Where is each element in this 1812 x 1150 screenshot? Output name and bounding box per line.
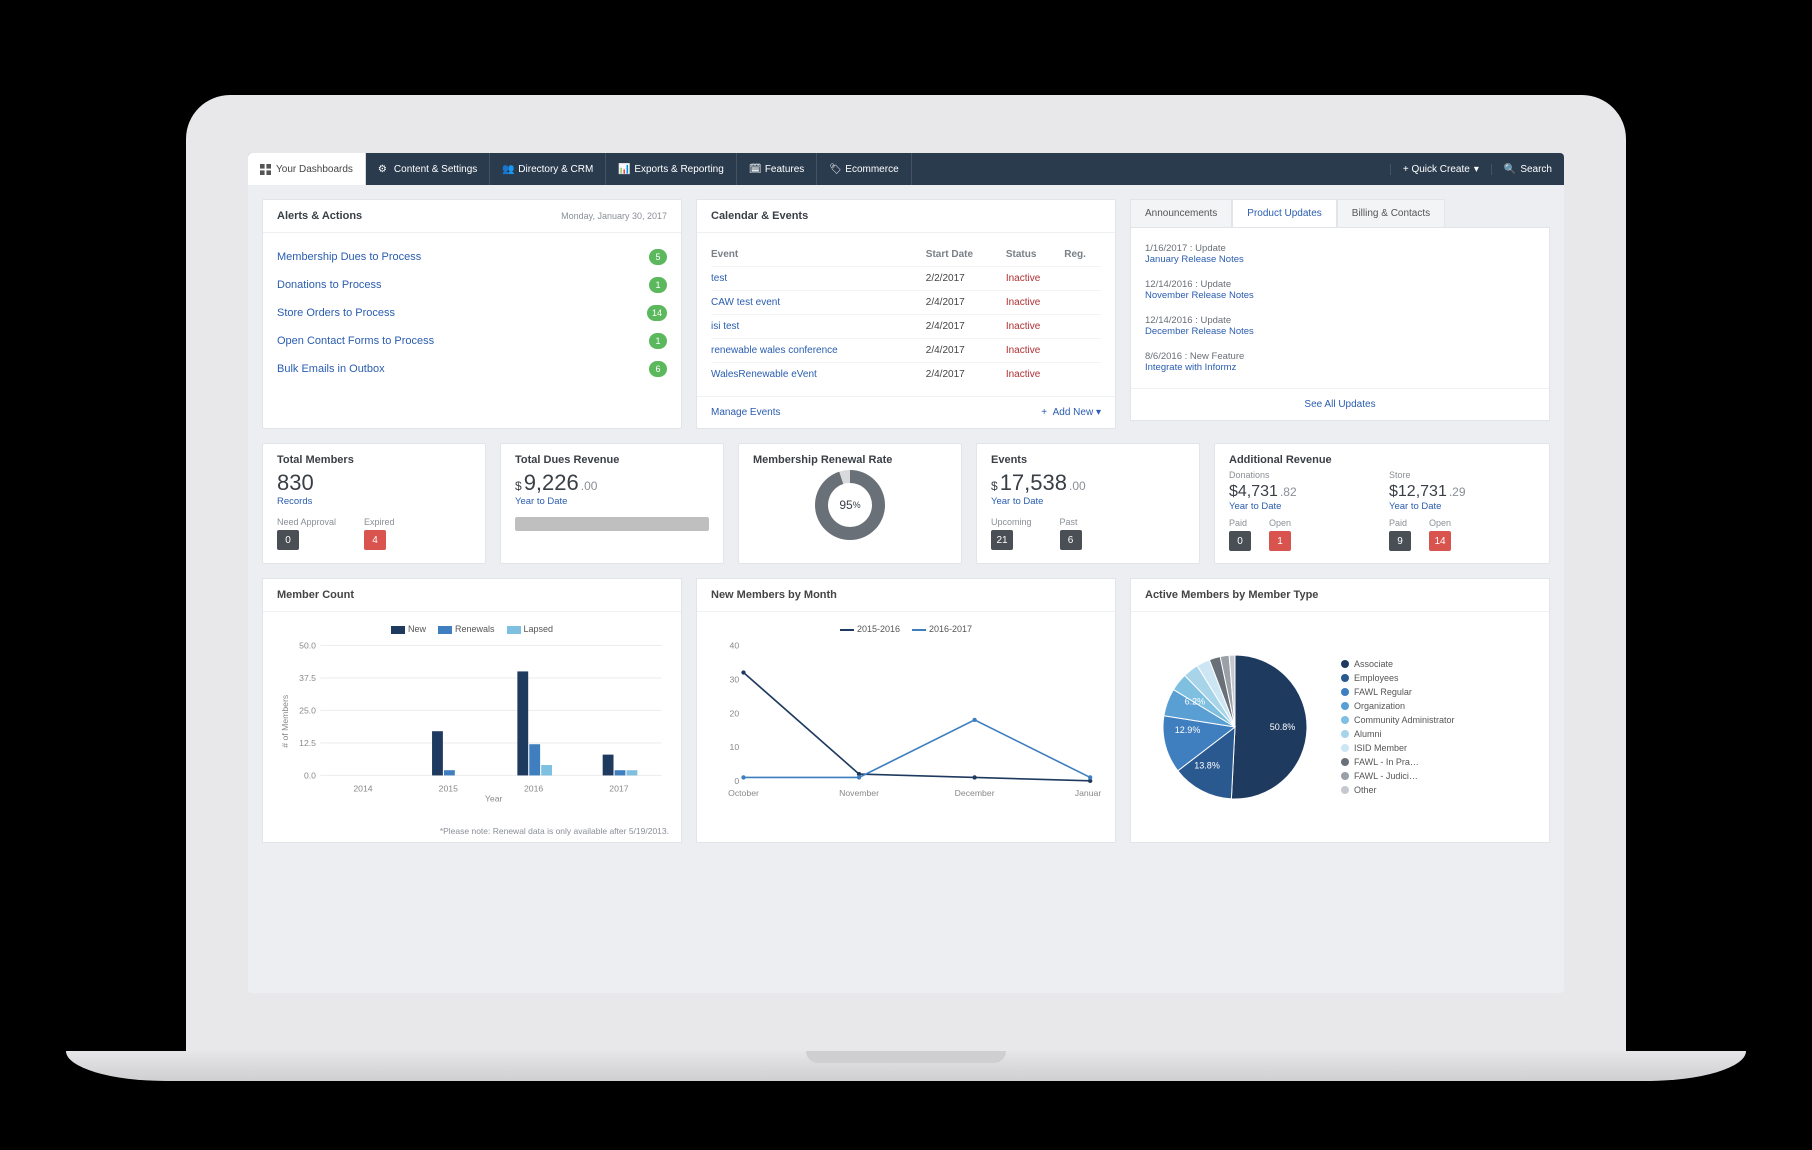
tab-billing[interactable]: Billing & Contacts (1337, 199, 1445, 227)
manage-events-link[interactable]: Manage Events (711, 407, 781, 418)
gear-icon: ⚙ (378, 164, 389, 175)
new-members-chart: New Members by Month 2015-2016 2016-2017… (696, 578, 1116, 843)
svg-text:12.9%: 12.9% (1175, 725, 1201, 735)
search-icon: 🔍 (1504, 164, 1516, 175)
svg-text:2016: 2016 (524, 784, 543, 794)
past-badge[interactable]: 6 (1060, 530, 1082, 550)
table-row[interactable]: test2/2/2017Inactive (711, 267, 1101, 291)
see-all-updates-link[interactable]: See All Updates (1304, 399, 1375, 410)
dues-revenue-card: Total Dues Revenue $9,226.00 Year to Dat… (500, 443, 724, 564)
member-type-pie: Active Members by Member Type 50.8%13.8%… (1130, 578, 1550, 843)
svg-text:0.0: 0.0 (304, 771, 316, 781)
table-row[interactable]: isi test2/4/2017Inactive (711, 315, 1101, 339)
chart-icon: 📊 (618, 164, 629, 175)
laptop-base (66, 1051, 1746, 1081)
alert-link[interactable]: Membership Dues to Process (277, 251, 421, 263)
screen: Your Dashboards ⚙Content & Settings 👥Dir… (248, 153, 1564, 993)
expired-badge[interactable]: 4 (364, 530, 386, 550)
top-nav: Your Dashboards ⚙Content & Settings 👥Dir… (248, 153, 1564, 185)
svg-text:12.5: 12.5 (299, 738, 316, 748)
alert-count: 5 (649, 249, 667, 265)
additional-revenue-card: Additional Revenue Donations $4,731.82 Y… (1214, 443, 1550, 564)
chevron-down-icon: ▾ (1474, 164, 1479, 175)
pie-chart-svg: 50.8% 13.8% 12.9% 6.2% (1145, 637, 1325, 817)
pie-legend: AssociateEmployeesFAWL RegularOrganizati… (1341, 657, 1455, 797)
tab-announcements[interactable]: Announcements (1130, 199, 1232, 227)
table-row[interactable]: CAW test event2/4/2017Inactive (711, 291, 1101, 315)
svg-text:Year: Year (485, 793, 503, 802)
nav-content[interactable]: ⚙Content & Settings (366, 153, 490, 185)
svg-text:October: October (728, 788, 759, 798)
svg-text:2015: 2015 (439, 784, 458, 794)
nav-exports[interactable]: 📊Exports & Reporting (606, 153, 737, 185)
alert-link[interactable]: Bulk Emails in Outbox (277, 363, 385, 375)
events-table: Event Start Date Status Reg. test2/2/201… (711, 243, 1101, 386)
svg-text:# of Members: # of Members (280, 694, 290, 748)
alert-count: 1 (649, 277, 667, 293)
update-link[interactable]: November Release Notes (1145, 290, 1535, 301)
svg-text:13.8%: 13.8% (1194, 760, 1220, 770)
update-link[interactable]: Integrate with Informz (1145, 362, 1535, 373)
alert-count: 6 (649, 361, 667, 377)
svg-text:30: 30 (730, 675, 740, 685)
svg-text:November: November (839, 788, 879, 798)
alerts-date: Monday, January 30, 2017 (561, 211, 667, 221)
table-row[interactable]: renewable wales conference2/4/2017Inacti… (711, 339, 1101, 363)
svg-text:25.0: 25.0 (299, 706, 316, 716)
tag-icon: 🏷 (829, 164, 840, 175)
update-link[interactable]: December Release Notes (1145, 326, 1535, 337)
renewal-donut: 95% (815, 470, 885, 540)
events-title: Calendar & Events (711, 210, 808, 222)
svg-text:2014: 2014 (353, 784, 372, 794)
alerts-title: Alerts & Actions (277, 210, 362, 222)
svg-text:37.5: 37.5 (299, 673, 316, 683)
events-metric-card: Events $17,538.00 Year to Date Upcoming2… (976, 443, 1200, 564)
events-card: Calendar & Events Event Start Date Statu… (696, 199, 1116, 429)
nav-dashboards[interactable]: Your Dashboards (248, 153, 366, 185)
grid-icon (260, 164, 271, 175)
nav-ecommerce[interactable]: 🏷Ecommerce (817, 153, 911, 185)
member-count-chart: Member Count New Renewals Lapsed 0.012.5… (262, 578, 682, 843)
nav-dashboards-label: Your Dashboards (276, 164, 353, 175)
svg-text:December: December (955, 788, 995, 798)
laptop-frame: Your Dashboards ⚙Content & Settings 👥Dir… (186, 95, 1626, 1055)
alert-link[interactable]: Open Contact Forms to Process (277, 335, 434, 347)
svg-text:0: 0 (734, 776, 739, 786)
calendar-icon: 🗓 (749, 164, 760, 175)
svg-text:10: 10 (730, 742, 740, 752)
announcements-card: Announcements Product Updates Billing & … (1130, 199, 1550, 429)
renewal-rate-card: Membership Renewal Rate 95% (738, 443, 962, 564)
dues-progress-bar (515, 517, 709, 531)
total-members-card: Total Members 830 Records Need Approval0… (262, 443, 486, 564)
bar-chart-svg: 0.0 12.5 25.0 37.5 50.0 2014 2015 2016 2017 Year #… (277, 640, 667, 803)
svg-text:50.0: 50.0 (299, 641, 316, 651)
svg-text:6.2%: 6.2% (1185, 697, 1206, 707)
search-button[interactable]: 🔍 Search (1491, 164, 1564, 175)
need-approval-badge[interactable]: 0 (277, 530, 299, 550)
alerts-card: Alerts & Actions Monday, January 30, 2017… (262, 199, 682, 429)
alert-link[interactable]: Store Orders to Process (277, 307, 395, 319)
nav-features[interactable]: 🗓Features (737, 153, 817, 185)
tab-product-updates[interactable]: Product Updates (1232, 199, 1337, 227)
update-link[interactable]: January Release Notes (1145, 254, 1535, 265)
add-new-event-link[interactable]: + Add New ▾ (1041, 407, 1101, 418)
alert-link[interactable]: Donations to Process (277, 279, 382, 291)
svg-text:20: 20 (730, 708, 740, 718)
svg-text:40: 40 (730, 641, 740, 651)
upcoming-badge[interactable]: 21 (991, 530, 1013, 550)
svg-text:2017: 2017 (609, 784, 628, 794)
quick-create-button[interactable]: + Quick Create ▾ (1390, 164, 1491, 175)
svg-text:January: January (1075, 788, 1101, 798)
svg-text:50.8%: 50.8% (1270, 722, 1296, 732)
alert-count: 14 (647, 305, 667, 321)
table-row[interactable]: WalesRenewable eVent2/4/2017Inactive (711, 363, 1101, 387)
alert-count: 1 (649, 333, 667, 349)
announce-tabs: Announcements Product Updates Billing & … (1130, 199, 1550, 227)
line-chart-svg: 0 10 20 30 40 October November December January (711, 640, 1101, 803)
users-icon: 👥 (502, 164, 513, 175)
nav-directory[interactable]: 👥Directory & CRM (490, 153, 606, 185)
